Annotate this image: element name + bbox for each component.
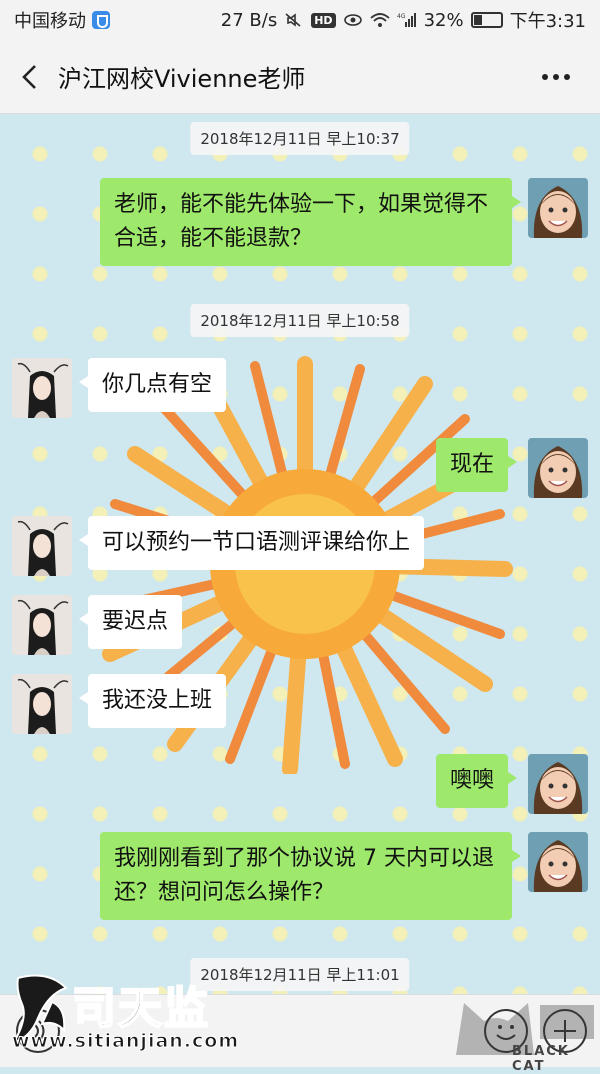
girl-illustration-avatar-image (12, 358, 72, 418)
teacher-avatar[interactable] (12, 595, 72, 655)
child-face-avatar-image (528, 754, 588, 814)
chat-header: 沪江网校Vivienne老师 (0, 40, 600, 114)
chat-title: 沪江网校Vivienne老师 (58, 65, 306, 93)
my-message-bubble[interactable]: 我刚刚看到了那个协议说 7 天内可以退还？想问问怎么操作？ (100, 832, 521, 920)
chat-area[interactable]: 2018年12月11日 早上10:37 老师，能不能先体验一下，如果觉得不合适，… (0, 114, 600, 1067)
teacher-avatar[interactable] (12, 674, 72, 734)
child-face-avatar-image (528, 438, 588, 498)
status-bar: 中国移动 27 B/s HD 4G 32% 下午3:31 (0, 0, 600, 40)
network-type: 4G (397, 13, 406, 20)
dot-icon (553, 73, 559, 80)
battery-icon (470, 12, 503, 28)
battery-percent: 32% (423, 9, 464, 31)
watermark-url: www.sitianjian.com (11, 1030, 240, 1053)
dot-icon (542, 73, 548, 80)
girl-illustration-avatar-image (12, 674, 72, 734)
network-speed: 27 B/s (220, 9, 278, 31)
hd-badge: HD (311, 12, 336, 28)
teacher-avatar[interactable] (12, 516, 72, 576)
timestamp: 2018年12月11日 早上10:58 (190, 304, 410, 337)
my-message-bubble[interactable]: 噢噢 (436, 754, 518, 808)
my-avatar[interactable] (528, 438, 588, 498)
teacher-message-bubble[interactable]: 我还没上班 (78, 674, 227, 728)
my-message-bubble[interactable]: 现在 (436, 438, 518, 492)
mute-icon (285, 13, 301, 27)
girl-illustration-avatar-image (12, 516, 72, 576)
chevron-left-icon (22, 64, 36, 89)
child-face-avatar-image (528, 178, 588, 238)
eye-icon (343, 14, 362, 26)
my-avatar[interactable] (528, 832, 588, 892)
watermark-brand: 司天监 (71, 982, 210, 1035)
clock: 下午3:31 (509, 11, 586, 32)
carrier-label: 中国移动 (14, 11, 86, 32)
back-button[interactable] (6, 40, 54, 114)
child-face-avatar-image (528, 832, 588, 892)
girl-illustration-avatar-image (12, 595, 72, 655)
more-options-button[interactable] (536, 57, 576, 97)
teacher-message-bubble[interactable]: 要迟点 (78, 595, 183, 649)
teacher-avatar[interactable] (12, 358, 72, 418)
my-avatar[interactable] (528, 178, 588, 238)
signal-icon: 4G (397, 13, 416, 27)
my-message-bubble[interactable]: 老师，能不能先体验一下，如果觉得不合适，能不能退款？ (100, 178, 521, 266)
teacher-message-bubble[interactable]: 你几点有空 (78, 358, 227, 412)
my-avatar[interactable] (528, 754, 588, 814)
timestamp: 2018年12月11日 早上10:37 (190, 122, 410, 155)
wifi-icon (369, 13, 390, 27)
dot-icon (564, 73, 570, 80)
security-shield-icon (92, 11, 110, 29)
watermark-black-cat: BLACK CAT (512, 1044, 570, 1074)
teacher-message-bubble[interactable]: 可以预约一节口语测评课给你上 (78, 516, 425, 570)
